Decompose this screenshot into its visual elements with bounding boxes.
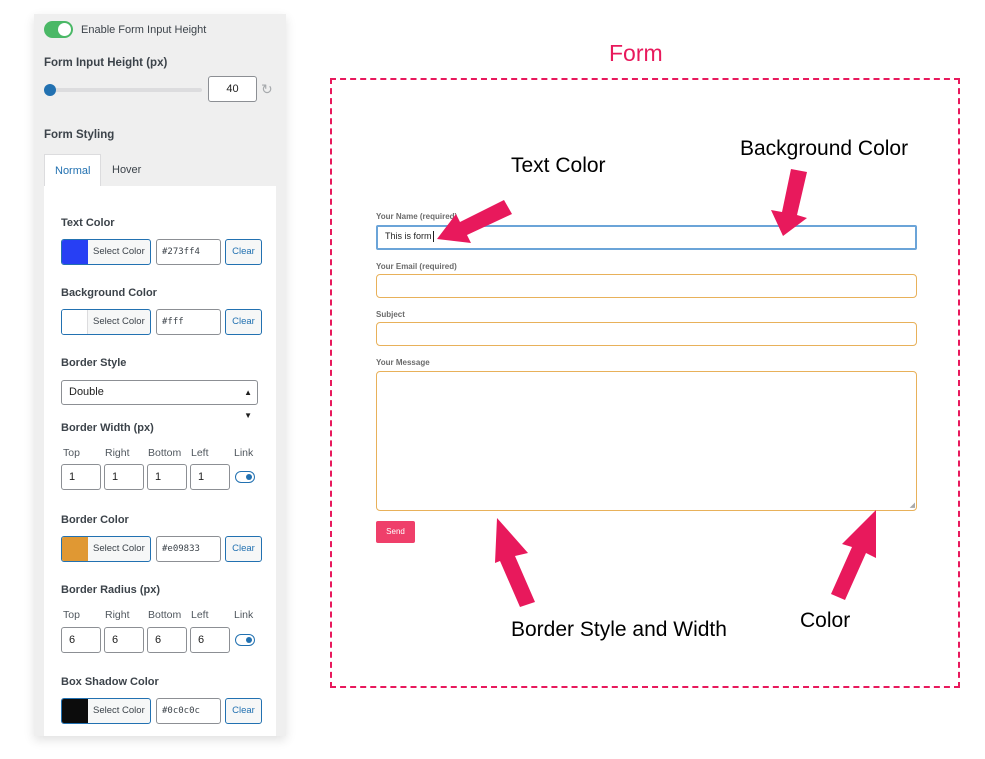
enable-input-height-label: Enable Form Input Height <box>81 23 207 36</box>
box-shadow-color-select-button[interactable]: Select Color <box>61 698 151 724</box>
border-width-bottom-input[interactable]: 1 <box>147 464 187 490</box>
background-color-swatch <box>62 310 88 334</box>
border-radius-top-input[interactable]: 6 <box>61 627 101 653</box>
select-color-label: Select Color <box>93 705 145 716</box>
name-input[interactable]: This is form <box>376 225 917 250</box>
settings-panel: Enable Form Input Height Form Input Heig… <box>34 14 286 736</box>
text-color-hex-input[interactable]: #273ff4 <box>156 239 221 265</box>
border-color-hex-input[interactable]: #e09833 <box>156 536 221 562</box>
input-height-label: Form Input Height (px) <box>44 57 168 69</box>
normal-tab-body: Text Color Select Color #273ff4 Clear Ba… <box>44 186 276 736</box>
border-radius-link-toggle[interactable] <box>235 634 255 646</box>
border-color-picker: Select Color #e09833 Clear <box>61 536 264 562</box>
enable-input-height-toggle[interactable] <box>44 21 73 38</box>
background-color-select-button[interactable]: Select Color <box>61 309 151 335</box>
annotation-color: Color <box>800 609 851 632</box>
box-shadow-color-swatch <box>62 699 88 723</box>
email-input[interactable] <box>376 274 917 298</box>
text-color-picker: Select Color #273ff4 Clear <box>61 239 264 265</box>
text-color-label: Text Color <box>61 217 115 229</box>
border-color-clear-button[interactable]: Clear <box>225 536 262 562</box>
background-color-clear-button[interactable]: Clear <box>225 309 262 335</box>
box-shadow-color-hex-input[interactable]: #0c0c0c <box>156 698 221 724</box>
side-label-bottom: Bottom <box>148 447 182 459</box>
select-color-label: Select Color <box>93 543 145 554</box>
background-color-label: Background Color <box>61 287 157 299</box>
subject-field-label: Subject <box>376 310 405 319</box>
side-label-left: Left <box>191 447 209 459</box>
border-radius-right-input[interactable]: 6 <box>104 627 144 653</box>
side-label-right: Right <box>105 447 130 459</box>
border-color-label: Border Color <box>61 514 129 526</box>
name-input-value: This is form <box>385 231 434 243</box>
select-color-label: Select Color <box>93 246 145 257</box>
form-styling-title: Form Styling <box>44 129 115 141</box>
text-color-swatch <box>62 240 88 264</box>
range-thumb[interactable] <box>44 84 56 96</box>
border-width-side-labels: Top Right Bottom Left Link <box>61 447 264 461</box>
reset-icon[interactable]: ↻ <box>261 81 273 98</box>
annotation-background-color: Background Color <box>740 137 909 160</box>
send-button[interactable]: Send <box>376 521 415 543</box>
border-style-select[interactable]: Double ▲ ▼ <box>61 380 258 420</box>
border-width-top-input[interactable]: 1 <box>61 464 101 490</box>
box-shadow-color-picker: Select Color #0c0c0c Clear <box>61 698 264 724</box>
border-color-swatch <box>62 537 88 561</box>
name-field-label: Your Name (required) <box>376 212 458 221</box>
text-color-clear-button[interactable]: Clear <box>225 239 262 265</box>
border-style-label: Border Style <box>61 357 127 369</box>
range-track[interactable] <box>46 88 202 92</box>
style-tabs: Normal Hover <box>44 154 276 186</box>
resize-grip-icon[interactable]: ◢ <box>910 501 915 509</box>
annotation-border-style-width: Border Style and Width <box>511 618 727 641</box>
border-radius-side-labels: Top Right Bottom Left Link <box>61 609 264 623</box>
tab-hover[interactable]: Hover <box>102 154 151 186</box>
select-color-label: Select Color <box>93 316 145 327</box>
border-width-label: Border Width (px) <box>61 422 154 434</box>
border-width-left-input[interactable]: 1 <box>190 464 230 490</box>
border-color-select-button[interactable]: Select Color <box>61 536 151 562</box>
side-label-left: Left <box>191 609 209 621</box>
subject-input[interactable] <box>376 322 917 346</box>
link-label: Link <box>234 609 254 621</box>
side-label-bottom: Bottom <box>148 609 182 621</box>
border-width-inputs: 1 1 1 1 <box>61 464 264 490</box>
enable-input-height-row: Enable Form Input Height <box>44 21 206 38</box>
input-height-range: 40 ↻ <box>44 76 276 104</box>
text-color-select-button[interactable]: Select Color <box>61 239 151 265</box>
tab-normal[interactable]: Normal <box>44 154 102 186</box>
box-shadow-color-clear-button[interactable]: Clear <box>225 698 262 724</box>
border-width-right-input[interactable]: 1 <box>104 464 144 490</box>
border-radius-inputs: 6 6 6 6 <box>61 627 264 653</box>
side-label-top: Top <box>63 447 80 459</box>
side-label-top: Top <box>63 609 80 621</box>
form-caption: Form <box>609 40 663 66</box>
border-radius-bottom-input[interactable]: 6 <box>147 627 187 653</box>
message-textarea[interactable]: ◢ <box>376 371 917 511</box>
email-field-label: Your Email (required) <box>376 262 457 271</box>
side-label-right: Right <box>105 609 130 621</box>
box-shadow-color-label: Box Shadow Color <box>61 676 159 688</box>
select-updown-icon: ▲ ▼ <box>244 388 252 420</box>
border-radius-label: Border Radius (px) <box>61 584 161 596</box>
border-radius-left-input[interactable]: 6 <box>190 627 230 653</box>
annotation-text-color: Text Color <box>511 154 606 177</box>
message-field-label: Your Message <box>376 358 430 367</box>
border-style-value: Double <box>69 386 104 398</box>
border-width-link-toggle[interactable] <box>235 471 255 483</box>
link-label: Link <box>234 447 254 459</box>
input-height-value[interactable]: 40 <box>208 76 257 102</box>
background-color-hex-input[interactable]: #fff <box>156 309 221 335</box>
background-color-picker: Select Color #fff Clear <box>61 309 264 335</box>
